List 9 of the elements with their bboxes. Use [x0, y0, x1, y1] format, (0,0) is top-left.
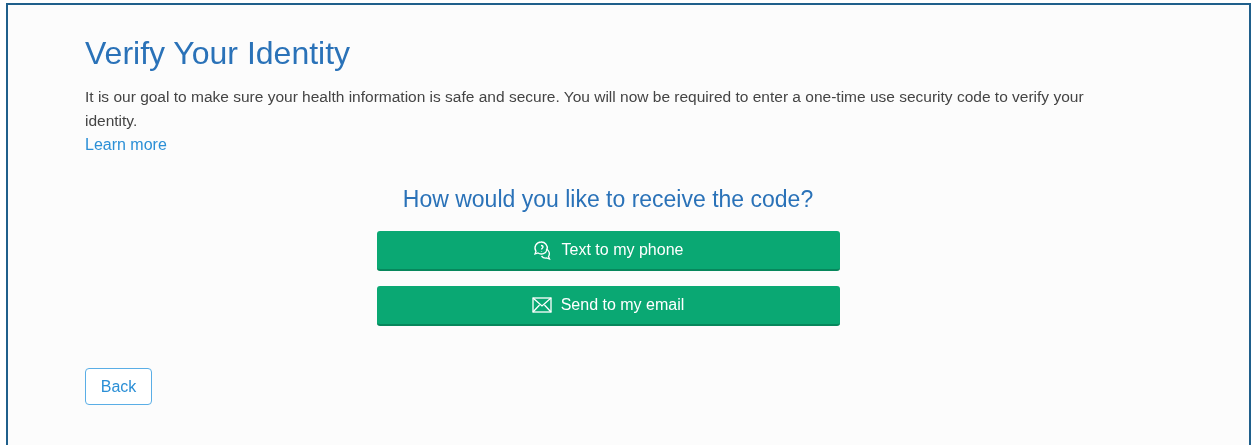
- back-button[interactable]: Back: [85, 368, 152, 405]
- learn-more-link[interactable]: Learn more: [85, 133, 167, 157]
- option-button[interactable]: Text to my phone: [376, 231, 840, 271]
- question-heading: How would you like to receive the code?: [402, 185, 814, 214]
- option-button[interactable]: Send to my email: [376, 286, 840, 326]
- envelope-icon: [531, 297, 552, 313]
- chat-bubbles-icon: [532, 240, 553, 260]
- description-text: It is our goal to make sure your health information is safe and secure. You will now be required to enter a one-time use security code to verify your identity.: [85, 87, 1085, 131]
- page-title: Verify Your Identity: [85, 34, 352, 73]
